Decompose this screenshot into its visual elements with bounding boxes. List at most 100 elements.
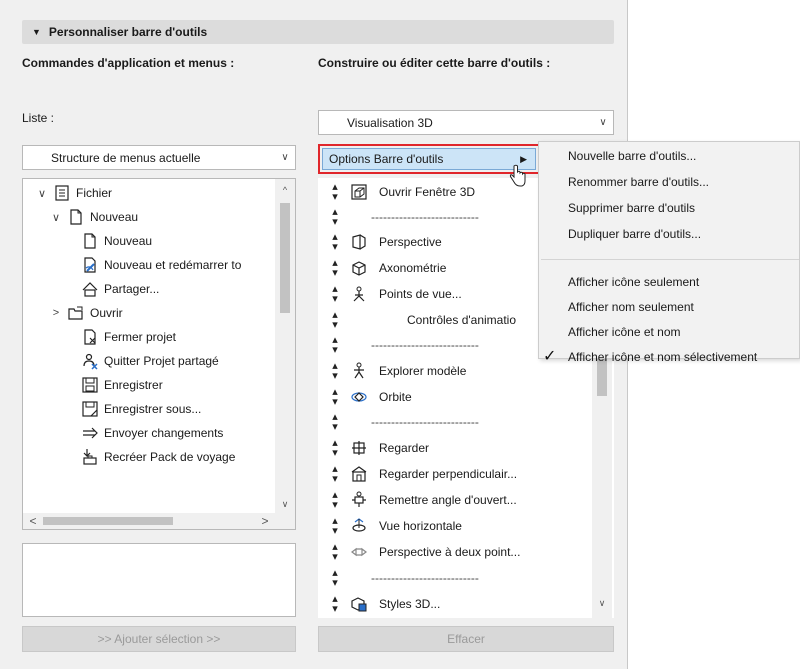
tree-item[interactable]: Enregistrer sous...: [63, 397, 201, 421]
toolbar-item[interactable]: ▴ ▾ Regarder perpendiculair...: [330, 462, 517, 486]
submenu-arrow-icon: ▶: [520, 153, 527, 164]
menu-item[interactable]: Afficher icône seulement: [568, 275, 699, 289]
drag-grip-icon[interactable]: ▴ ▾: [330, 438, 340, 459]
toolbar-options-inner: Options Barre d'outils ▶: [322, 148, 536, 170]
drag-grip-icon[interactable]: ▴ ▾: [330, 490, 340, 511]
scroll-up-arrow-icon[interactable]: ^: [277, 185, 293, 195]
toolbar-item[interactable]: ▴ ▾ Remettre angle d'ouvert...: [330, 488, 516, 512]
scroll-left-arrow-icon[interactable]: <: [25, 514, 41, 528]
scroll-down-arrow-icon[interactable]: ∨: [594, 598, 610, 609]
clear-button[interactable]: Effacer: [318, 626, 614, 652]
drag-grip-icon[interactable]: ▴ ▾: [330, 232, 340, 253]
tree-item[interactable]: Recréer Pack de voyage: [63, 445, 235, 469]
tree-item[interactable]: Enregistrer: [63, 373, 163, 397]
right-column-title: Construire ou éditer cette barre d'outil…: [318, 56, 551, 70]
menu-structure-dropdown[interactable]: Structure de menus actuelle ∨: [22, 145, 296, 170]
expand-down-icon[interactable]: ∨: [49, 211, 63, 224]
viewpoints-icon: [348, 284, 370, 304]
drag-grip-icon[interactable]: ▴ ▾: [330, 361, 340, 382]
drag-grip-icon[interactable]: ▴ ▾: [330, 284, 340, 305]
tree-horizontal-scrollbar[interactable]: < >: [23, 513, 295, 529]
scroll-right-arrow-icon[interactable]: >: [257, 514, 273, 528]
drag-grip-icon[interactable]: ▴ ▾: [330, 335, 340, 356]
save-icon: [79, 375, 101, 395]
toolbar-options-button[interactable]: Options Barre d'outils ▶: [318, 144, 540, 174]
explore-model-icon: [348, 361, 370, 381]
left-column-title: Commandes d'application et menus :: [22, 56, 235, 70]
tree-item[interactable]: Fermer projet: [63, 325, 176, 349]
toolbar-item-label: Points de vue...: [379, 287, 462, 301]
toolbar-item[interactable]: ▴ ▾ Regarder: [330, 436, 429, 460]
scroll-thumb[interactable]: [280, 203, 290, 313]
drag-grip-icon[interactable]: ▴ ▾: [330, 207, 340, 228]
toolbar-item-label: Orbite: [379, 390, 412, 404]
menu-item[interactable]: Afficher icône et nom: [568, 325, 681, 339]
tree-item[interactable]: ∨ Nouveau: [49, 205, 138, 229]
menu-item[interactable]: Afficher icône et nom sélectivement: [568, 350, 757, 364]
drag-grip-icon[interactable]: ▴ ▾: [330, 258, 340, 279]
leave-shared-icon: [79, 351, 101, 371]
toolbar-item[interactable]: ▴ ▾ Contrôles d'animatio: [330, 308, 516, 332]
toolbar-item[interactable]: ▴ ▾ ---------------------------: [330, 410, 479, 434]
toolbar-item[interactable]: ▴ ▾ Styles 3D...: [330, 592, 440, 616]
drag-grip-icon[interactable]: ▴ ▾: [330, 568, 340, 589]
open-3d-window-icon: [348, 182, 370, 202]
scroll-down-arrow-icon[interactable]: ∨: [277, 499, 293, 510]
expand-right-icon[interactable]: >: [49, 307, 63, 319]
tree-item[interactable]: ∨ Fichier: [35, 181, 112, 205]
toolbar-item-label: Explorer modèle: [379, 364, 467, 378]
tree-item[interactable]: Nouveau: [63, 229, 152, 253]
h-scroll-thumb[interactable]: [43, 517, 173, 525]
tree-item[interactable]: Envoyer changements: [63, 421, 223, 445]
menu-item[interactable]: Supprimer barre d'outils: [568, 201, 695, 215]
toolbar-item[interactable]: ▴ ▾ Ouvrir Fenêtre 3D: [330, 180, 475, 204]
command-tree-list[interactable]: ∨ Fichier ∨ Nouveau Nouveau Nouveau et redéma…: [22, 178, 296, 530]
tree-vertical-scrollbar[interactable]: ^ ∨: [275, 179, 295, 513]
new-document-icon: [79, 231, 101, 251]
send-arrow-icon: [79, 423, 101, 443]
toolbar-item[interactable]: ▴ ▾ Axonométrie: [330, 256, 446, 280]
separator-label: ---------------------------: [371, 210, 479, 224]
look-perpendicular-icon: [348, 464, 370, 484]
menu-item[interactable]: Nouvelle barre d'outils...: [568, 149, 696, 163]
drag-grip-icon[interactable]: ▴ ▾: [330, 412, 340, 433]
drag-grip-icon[interactable]: ▴ ▾: [330, 310, 340, 331]
section-header[interactable]: ▼ Personnaliser barre d'outils: [22, 20, 614, 44]
drag-grip-icon[interactable]: ▴ ▾: [330, 594, 340, 615]
icon-spacer: [348, 335, 362, 355]
tree-item[interactable]: Nouveau et redémarrer to: [63, 253, 241, 277]
expand-down-icon[interactable]: ∨: [35, 187, 49, 200]
menu-item[interactable]: Dupliquer barre d'outils...: [568, 227, 701, 241]
toolbar-item[interactable]: ▴ ▾ ---------------------------: [330, 205, 479, 229]
toolbar-options-menu: Nouvelle barre d'outils... Renommer barre…: [538, 141, 800, 365]
toolbar-item[interactable]: ▴ ▾ ---------------------------: [330, 566, 479, 590]
tree-item-label: Envoyer changements: [104, 426, 224, 440]
tree-item-label: Recréer Pack de voyage: [104, 450, 236, 464]
tree-item[interactable]: > Ouvrir: [49, 301, 123, 325]
tree-item[interactable]: Quitter Projet partagé: [63, 349, 219, 373]
toolbar-item[interactable]: ▴ ▾ Vue horizontale: [330, 514, 462, 538]
drag-grip-icon[interactable]: ▴ ▾: [330, 182, 340, 203]
drag-grip-icon[interactable]: ▴ ▾: [330, 387, 340, 408]
toolbar-item-label: Perspective: [379, 235, 442, 249]
collapse-triangle-icon[interactable]: ▼: [32, 27, 41, 37]
tree-item[interactable]: Partager...: [63, 277, 159, 301]
drag-grip-icon[interactable]: ▴ ▾: [330, 542, 340, 563]
drag-grip-icon[interactable]: ▴ ▾: [330, 464, 340, 485]
toolbar-item[interactable]: ▴ ▾ ---------------------------: [330, 333, 479, 357]
tree-item-label: Enregistrer sous...: [104, 402, 202, 416]
toolbar-item[interactable]: ▴ ▾ Explorer modèle: [330, 359, 466, 383]
toolbar-item[interactable]: ▴ ▾ Points de vue...: [330, 282, 462, 306]
menu-item[interactable]: Renommer barre d'outils...: [568, 175, 709, 189]
checkmark-icon: ✓: [543, 348, 557, 365]
toolbar-item[interactable]: ▴ ▾ Perspective à deux point...: [330, 540, 520, 564]
toolbar-item[interactable]: ▴ ▾ Perspective: [330, 230, 442, 254]
drag-grip-icon[interactable]: ▴ ▾: [330, 516, 340, 537]
toolbar-item[interactable]: ▴ ▾ Orbite: [330, 385, 412, 409]
add-selection-button[interactable]: >> Ajouter sélection >>: [22, 626, 296, 652]
chevron-down-icon: ∨: [281, 152, 289, 163]
toolbar-dropdown[interactable]: Visualisation 3D ∨: [318, 110, 614, 135]
toolbar-dropdown-value: Visualisation 3D: [347, 115, 433, 130]
menu-item[interactable]: Afficher nom seulement: [568, 300, 694, 314]
tree-item-label: Quitter Projet partagé: [104, 354, 219, 368]
